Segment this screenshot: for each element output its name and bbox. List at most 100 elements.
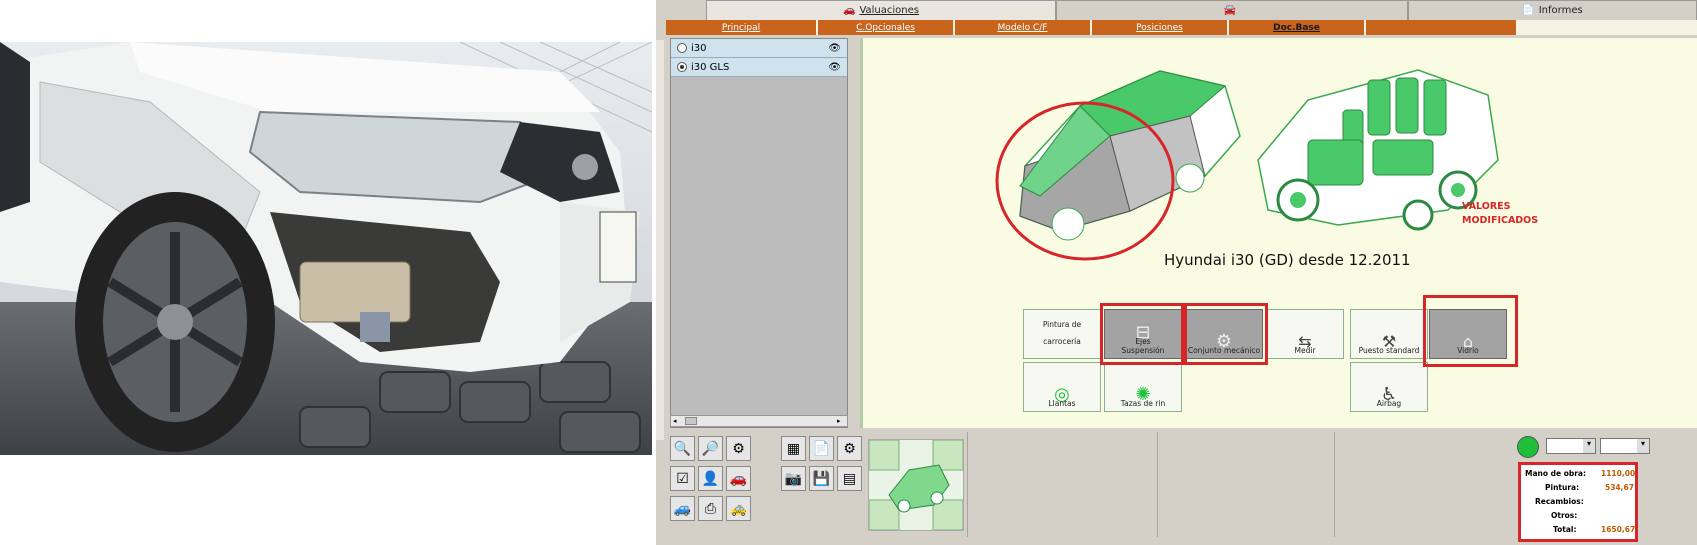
total-value: 1650,67: [1601, 525, 1636, 534]
status-light-icon: [1517, 436, 1539, 458]
model-item-i30[interactable]: i30 👁: [671, 39, 847, 58]
otros-label: Otros:: [1551, 511, 1578, 520]
nav-docbase[interactable]: Doc.Base: [1229, 20, 1364, 35]
llantas-label: Llantas: [1048, 399, 1076, 408]
scroll-thumb[interactable]: [685, 417, 697, 425]
radio-selected-icon: [677, 62, 687, 72]
note-line-1: VALORES: [1462, 201, 1511, 212]
mano-obra-label: Mano de obra:: [1525, 469, 1586, 478]
nav-empty[interactable]: [1366, 20, 1516, 35]
car-icon: 🚗: [843, 5, 856, 16]
info-panel-2: [1157, 432, 1334, 537]
modified-values-note: VALORES MODIFICADOS: [1462, 200, 1538, 228]
puesto-label: Puesto standard: [1358, 346, 1420, 355]
nav-modelo[interactable]: Modelo C/F: [955, 20, 1090, 35]
pintura-label-2: carrocería: [1043, 336, 1081, 346]
settings-doc-icon[interactable]: ⚙: [837, 436, 862, 461]
ejes-suspension-button[interactable]: ⊟ Ejes Suspensión: [1104, 309, 1182, 359]
scroll-right-icon[interactable]: ▸: [837, 417, 845, 425]
info-panel-1: [967, 432, 1157, 537]
scan-icon[interactable]: ⎙: [698, 496, 723, 521]
car-icon[interactable]: 🚙: [670, 496, 695, 521]
vehicle-title: Hyundai i30 (GD) desde 12.2011: [1164, 251, 1411, 269]
conjunto-label: Conjunto mecánico: [1187, 346, 1261, 355]
form-icon[interactable]: ▦: [781, 436, 806, 461]
windshield-icon: ⌂: [1462, 332, 1474, 351]
measure-car-icon: ⇆: [1298, 332, 1312, 351]
chevron-down-icon: ▾: [1637, 439, 1649, 453]
wheel-icon: ◎: [1054, 384, 1070, 405]
left-gutter: [656, 40, 664, 440]
total-label: Total:: [1553, 525, 1577, 534]
chevron-down-icon: ▾: [1583, 439, 1595, 453]
recambios-label: Recambios:: [1535, 497, 1584, 506]
vehicle-thumbnail-icon: [868, 439, 964, 531]
left-edge: [656, 0, 706, 20]
car-info-icon[interactable]: 🚗: [726, 466, 751, 491]
eye-icon: 👁: [828, 61, 841, 73]
document-icon: 📄: [1522, 5, 1535, 16]
pintura-label-1: Pintura de: [1042, 319, 1082, 329]
axle-icon: ⊟: [1135, 322, 1151, 343]
conjunto-mecanico-button[interactable]: ⚙ Conjunto mecánico: [1185, 309, 1263, 359]
airbag-label: Airbag: [1376, 399, 1402, 408]
model-list: i30 👁 i30 GLS 👁: [670, 38, 848, 428]
vidrio-label: Vidrio: [1457, 346, 1479, 355]
pintura-carroceria-button[interactable]: Pintura de carrocería: [1023, 309, 1101, 359]
vehicle-panel: VALORES MODIFICADOS Hyundai i30 (GD) des…: [860, 38, 1697, 428]
tools-icon: ⚒: [1381, 332, 1397, 351]
info-panel-3: [1334, 432, 1501, 537]
pintura-label: Pintura:: [1545, 483, 1580, 492]
bottom-toolbar-area: 🔍 🔎 ⚙ ☑ 👤 🚗 🚙 ⎙ 🚕 ▦ 📄 ⚙ 📷 💾 ▤ ▾ ▾ Mano d…: [670, 432, 1697, 545]
damaged-car-photo: [0, 42, 652, 455]
tab-second[interactable]: 🚘: [1056, 0, 1408, 20]
vidrio-button[interactable]: ⌂ Vidrio: [1429, 309, 1507, 359]
gear-icon[interactable]: ⚙: [726, 436, 751, 461]
calculator-icon[interactable]: ▤: [837, 466, 862, 491]
scroll-left-icon[interactable]: ◂: [673, 417, 681, 425]
select-a[interactable]: ▾: [1546, 438, 1596, 454]
main-nav: Principal C.Opcionales Modelo C/F Posici…: [666, 20, 1697, 35]
valuation-app: 🚗 Valuaciones 🚘 📄 Informes Principal C.O…: [656, 0, 1697, 545]
airbag-button[interactable]: ♿ Airbag: [1350, 362, 1428, 412]
select-b[interactable]: ▾: [1600, 438, 1650, 454]
eye-icon: 👁: [828, 42, 841, 54]
medir-label: Medir: [1294, 346, 1316, 355]
model-item-label: i30 GLS: [691, 61, 730, 73]
tab-valuaciones[interactable]: 🚗 Valuaciones: [706, 0, 1056, 20]
nav-opcionales[interactable]: C.Opcionales: [818, 20, 953, 35]
hubcap-icon: ✺: [1135, 384, 1151, 405]
radio-icon: [677, 43, 687, 53]
vehicle-thumbnail[interactable]: [868, 439, 964, 531]
save-icon[interactable]: 💾: [809, 466, 834, 491]
mano-obra-value: 1110,00: [1601, 469, 1636, 478]
search-icon[interactable]: 🔎: [698, 436, 723, 461]
note-line-2: MODIFICADOS: [1462, 215, 1539, 226]
totals-box: Mano de obra: 1110,00 Pintura: 534,67 Re…: [1518, 462, 1638, 542]
airbag-icon: ♿: [1380, 384, 1398, 405]
document-icon[interactable]: 📄: [809, 436, 834, 461]
tab-informes-label: Informes: [1538, 5, 1583, 16]
car-icon: 🚘: [1223, 5, 1237, 16]
horizontal-scrollbar[interactable]: ◂ ▸: [670, 415, 848, 427]
nav-principal[interactable]: Principal: [666, 20, 816, 35]
pintura-value: 534,67: [1605, 483, 1634, 492]
medir-button[interactable]: ⇆ Medir: [1266, 309, 1344, 359]
top-tab-bar: 🚗 Valuaciones 🚘 📄 Informes: [656, 0, 1697, 20]
puesto-standard-button[interactable]: ⚒ Puesto standard: [1350, 309, 1428, 359]
zoom-in-icon[interactable]: 🔍: [670, 436, 695, 461]
llantas-button[interactable]: ◎ Llantas: [1023, 362, 1101, 412]
user-icon[interactable]: 👤: [698, 466, 723, 491]
camera-icon[interactable]: 📷: [781, 466, 806, 491]
model-item-i30-gls[interactable]: i30 GLS 👁: [671, 58, 847, 77]
engine-icon: ⚙: [1215, 331, 1233, 352]
tab-valuaciones-label: Valuaciones: [859, 5, 919, 16]
car-edit-icon[interactable]: 🚕: [726, 496, 751, 521]
checklist-icon[interactable]: ☑: [670, 466, 695, 491]
tazas-rin-button[interactable]: ✺ Tazas de rin: [1104, 362, 1182, 412]
tab-informes[interactable]: 📄 Informes: [1408, 0, 1697, 20]
nav-posiciones[interactable]: Posiciones: [1092, 20, 1227, 35]
tazas-label: Tazas de rin: [1120, 399, 1166, 408]
ejes-label: Ejes Suspensión: [1121, 337, 1165, 355]
model-item-label: i30: [691, 42, 707, 54]
